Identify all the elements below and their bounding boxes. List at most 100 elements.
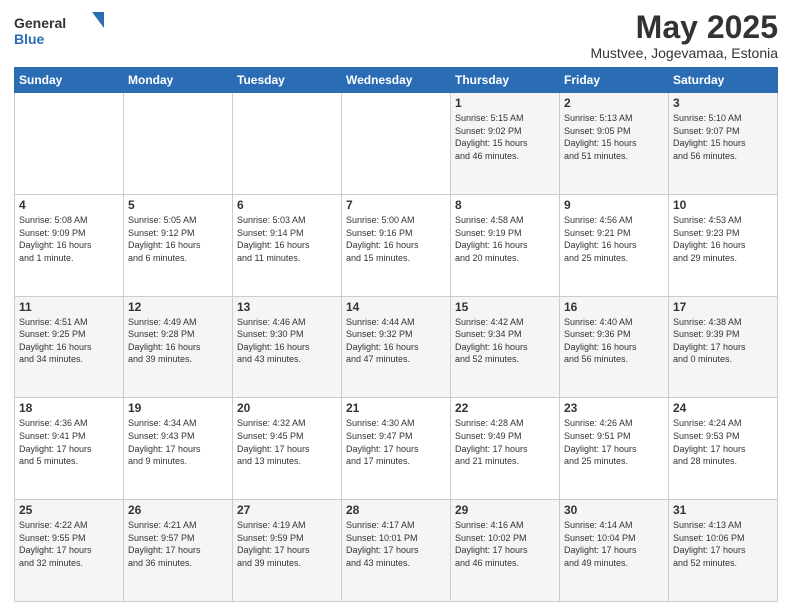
table-row: 11Sunrise: 4:51 AMSunset: 9:25 PMDayligh…	[15, 296, 124, 398]
day-info: Sunrise: 4:36 AMSunset: 9:41 PMDaylight:…	[19, 417, 119, 467]
day-number: 14	[346, 300, 446, 314]
day-number: 9	[564, 198, 664, 212]
day-info: Sunrise: 5:08 AMSunset: 9:09 PMDaylight:…	[19, 214, 119, 264]
table-row: 15Sunrise: 4:42 AMSunset: 9:34 PMDayligh…	[451, 296, 560, 398]
day-info: Sunrise: 4:53 AMSunset: 9:23 PMDaylight:…	[673, 214, 773, 264]
subtitle: Mustvee, Jogevamaa, Estonia	[590, 45, 778, 61]
day-info: Sunrise: 4:28 AMSunset: 9:49 PMDaylight:…	[455, 417, 555, 467]
day-number: 6	[237, 198, 337, 212]
col-saturday: Saturday	[669, 68, 778, 93]
day-info: Sunrise: 4:38 AMSunset: 9:39 PMDaylight:…	[673, 316, 773, 366]
table-row: 10 Sunrise: 4:53 AMSunset: 9:23 PMDayligh…	[669, 194, 778, 296]
table-row	[15, 93, 124, 195]
table-row: 16 Sunrise: 4:40 AMSunset: 9:36 PMDayligh…	[560, 296, 669, 398]
table-row: 20 Sunrise: 4:32 AMSunset: 9:45 PMDayligh…	[233, 398, 342, 500]
day-info: Sunrise: 4:13 AMSunset: 10:06 PMDaylight…	[673, 519, 773, 569]
day-info: Sunrise: 4:16 AMSunset: 10:02 PMDaylight…	[455, 519, 555, 569]
day-number: 12	[128, 300, 228, 314]
day-info: Sunrise: 4:42 AMSunset: 9:34 PMDaylight:…	[455, 316, 555, 366]
day-info: Sunrise: 5:15 AMSunset: 9:02 PMDaylight:…	[455, 112, 555, 162]
table-row: 3 Sunrise: 5:10 AMSunset: 9:07 PMDaylight…	[669, 93, 778, 195]
day-info: Sunrise: 5:00 AMSunset: 9:16 PMDaylight:…	[346, 214, 446, 264]
day-info: Sunrise: 4:24 AMSunset: 9:53 PMDaylight:…	[673, 417, 773, 467]
table-row: 19 Sunrise: 4:34 AMSunset: 9:43 PMDayligh…	[124, 398, 233, 500]
day-number: 5	[128, 198, 228, 212]
table-row: 22Sunrise: 4:28 AMSunset: 9:49 PMDayligh…	[451, 398, 560, 500]
table-row: 1 Sunrise: 5:15 AMSunset: 9:02 PMDaylight…	[451, 93, 560, 195]
table-row: 25Sunrise: 4:22 AMSunset: 9:55 PMDayligh…	[15, 500, 124, 602]
day-number: 30	[564, 503, 664, 517]
table-row: 12 Sunrise: 4:49 AMSunset: 9:28 PMDayligh…	[124, 296, 233, 398]
day-info: Sunrise: 5:10 AMSunset: 9:07 PMDaylight:…	[673, 112, 773, 162]
table-row: 21 Sunrise: 4:30 AMSunset: 9:47 PMDayligh…	[342, 398, 451, 500]
main-title: May 2025	[590, 10, 778, 45]
day-info: Sunrise: 4:26 AMSunset: 9:51 PMDaylight:…	[564, 417, 664, 467]
logo: General Blue	[14, 10, 104, 50]
table-row: 13 Sunrise: 4:46 AMSunset: 9:30 PMDayligh…	[233, 296, 342, 398]
day-number: 19	[128, 401, 228, 415]
day-info: Sunrise: 4:32 AMSunset: 9:45 PMDaylight:…	[237, 417, 337, 467]
table-row: 28 Sunrise: 4:17 AMSunset: 10:01 PMDaylig…	[342, 500, 451, 602]
day-info: Sunrise: 4:46 AMSunset: 9:30 PMDaylight:…	[237, 316, 337, 366]
header: General Blue May 2025 Mustvee, Jogevamaa…	[14, 10, 778, 61]
day-info: Sunrise: 4:49 AMSunset: 9:28 PMDaylight:…	[128, 316, 228, 366]
col-sunday: Sunday	[15, 68, 124, 93]
table-row: 5Sunrise: 5:05 AMSunset: 9:12 PMDaylight…	[124, 194, 233, 296]
day-number: 28	[346, 503, 446, 517]
table-row: 9Sunrise: 4:56 AMSunset: 9:21 PMDaylight…	[560, 194, 669, 296]
table-row: 29 Sunrise: 4:16 AMSunset: 10:02 PMDaylig…	[451, 500, 560, 602]
table-row: 4Sunrise: 5:08 AMSunset: 9:09 PMDaylight…	[15, 194, 124, 296]
calendar-week-row: 25Sunrise: 4:22 AMSunset: 9:55 PMDayligh…	[15, 500, 778, 602]
day-number: 21	[346, 401, 446, 415]
table-row: 31 Sunrise: 4:13 AMSunset: 10:06 PMDaylig…	[669, 500, 778, 602]
calendar-week-row: 11Sunrise: 4:51 AMSunset: 9:25 PMDayligh…	[15, 296, 778, 398]
table-row: 2 Sunrise: 5:13 AMSunset: 9:05 PMDaylight…	[560, 93, 669, 195]
calendar-header-row: Sunday Monday Tuesday Wednesday Thursday…	[15, 68, 778, 93]
title-block: May 2025 Mustvee, Jogevamaa, Estonia	[590, 10, 778, 61]
col-monday: Monday	[124, 68, 233, 93]
day-number: 10	[673, 198, 773, 212]
day-number: 23	[564, 401, 664, 415]
day-number: 17	[673, 300, 773, 314]
day-info: Sunrise: 4:58 AMSunset: 9:19 PMDaylight:…	[455, 214, 555, 264]
table-row	[124, 93, 233, 195]
day-number: 1	[455, 96, 555, 110]
day-info: Sunrise: 4:17 AMSunset: 10:01 PMDaylight…	[346, 519, 446, 569]
day-number: 31	[673, 503, 773, 517]
table-row: 7 Sunrise: 5:00 AMSunset: 9:16 PMDaylight…	[342, 194, 451, 296]
calendar-week-row: 18 Sunrise: 4:36 AMSunset: 9:41 PMDayligh…	[15, 398, 778, 500]
day-number: 24	[673, 401, 773, 415]
day-info: Sunrise: 4:44 AMSunset: 9:32 PMDaylight:…	[346, 316, 446, 366]
table-row: 26Sunrise: 4:21 AMSunset: 9:57 PMDayligh…	[124, 500, 233, 602]
svg-text:Blue: Blue	[14, 31, 45, 47]
table-row: 6 Sunrise: 5:03 AMSunset: 9:14 PMDaylight…	[233, 194, 342, 296]
day-info: Sunrise: 4:34 AMSunset: 9:43 PMDaylight:…	[128, 417, 228, 467]
day-info: Sunrise: 4:14 AMSunset: 10:04 PMDaylight…	[564, 519, 664, 569]
day-info: Sunrise: 4:19 AMSunset: 9:59 PMDaylight:…	[237, 519, 337, 569]
table-row: 23 Sunrise: 4:26 AMSunset: 9:51 PMDayligh…	[560, 398, 669, 500]
day-number: 7	[346, 198, 446, 212]
day-number: 18	[19, 401, 119, 415]
table-row: 14 Sunrise: 4:44 AMSunset: 9:32 PMDayligh…	[342, 296, 451, 398]
day-number: 29	[455, 503, 555, 517]
day-number: 16	[564, 300, 664, 314]
table-row: 17 Sunrise: 4:38 AMSunset: 9:39 PMDayligh…	[669, 296, 778, 398]
col-wednesday: Wednesday	[342, 68, 451, 93]
col-thursday: Thursday	[451, 68, 560, 93]
day-number: 2	[564, 96, 664, 110]
day-number: 20	[237, 401, 337, 415]
table-row	[233, 93, 342, 195]
table-row	[342, 93, 451, 195]
day-info: Sunrise: 4:30 AMSunset: 9:47 PMDaylight:…	[346, 417, 446, 467]
day-info: Sunrise: 5:13 AMSunset: 9:05 PMDaylight:…	[564, 112, 664, 162]
page: General Blue May 2025 Mustvee, Jogevamaa…	[0, 0, 792, 612]
day-info: Sunrise: 4:40 AMSunset: 9:36 PMDaylight:…	[564, 316, 664, 366]
table-row: 8 Sunrise: 4:58 AMSunset: 9:19 PMDaylight…	[451, 194, 560, 296]
calendar-week-row: 4Sunrise: 5:08 AMSunset: 9:09 PMDaylight…	[15, 194, 778, 296]
day-number: 3	[673, 96, 773, 110]
day-info: Sunrise: 5:03 AMSunset: 9:14 PMDaylight:…	[237, 214, 337, 264]
day-number: 8	[455, 198, 555, 212]
day-info: Sunrise: 4:22 AMSunset: 9:55 PMDaylight:…	[19, 519, 119, 569]
day-number: 13	[237, 300, 337, 314]
svg-text:General: General	[14, 15, 66, 31]
